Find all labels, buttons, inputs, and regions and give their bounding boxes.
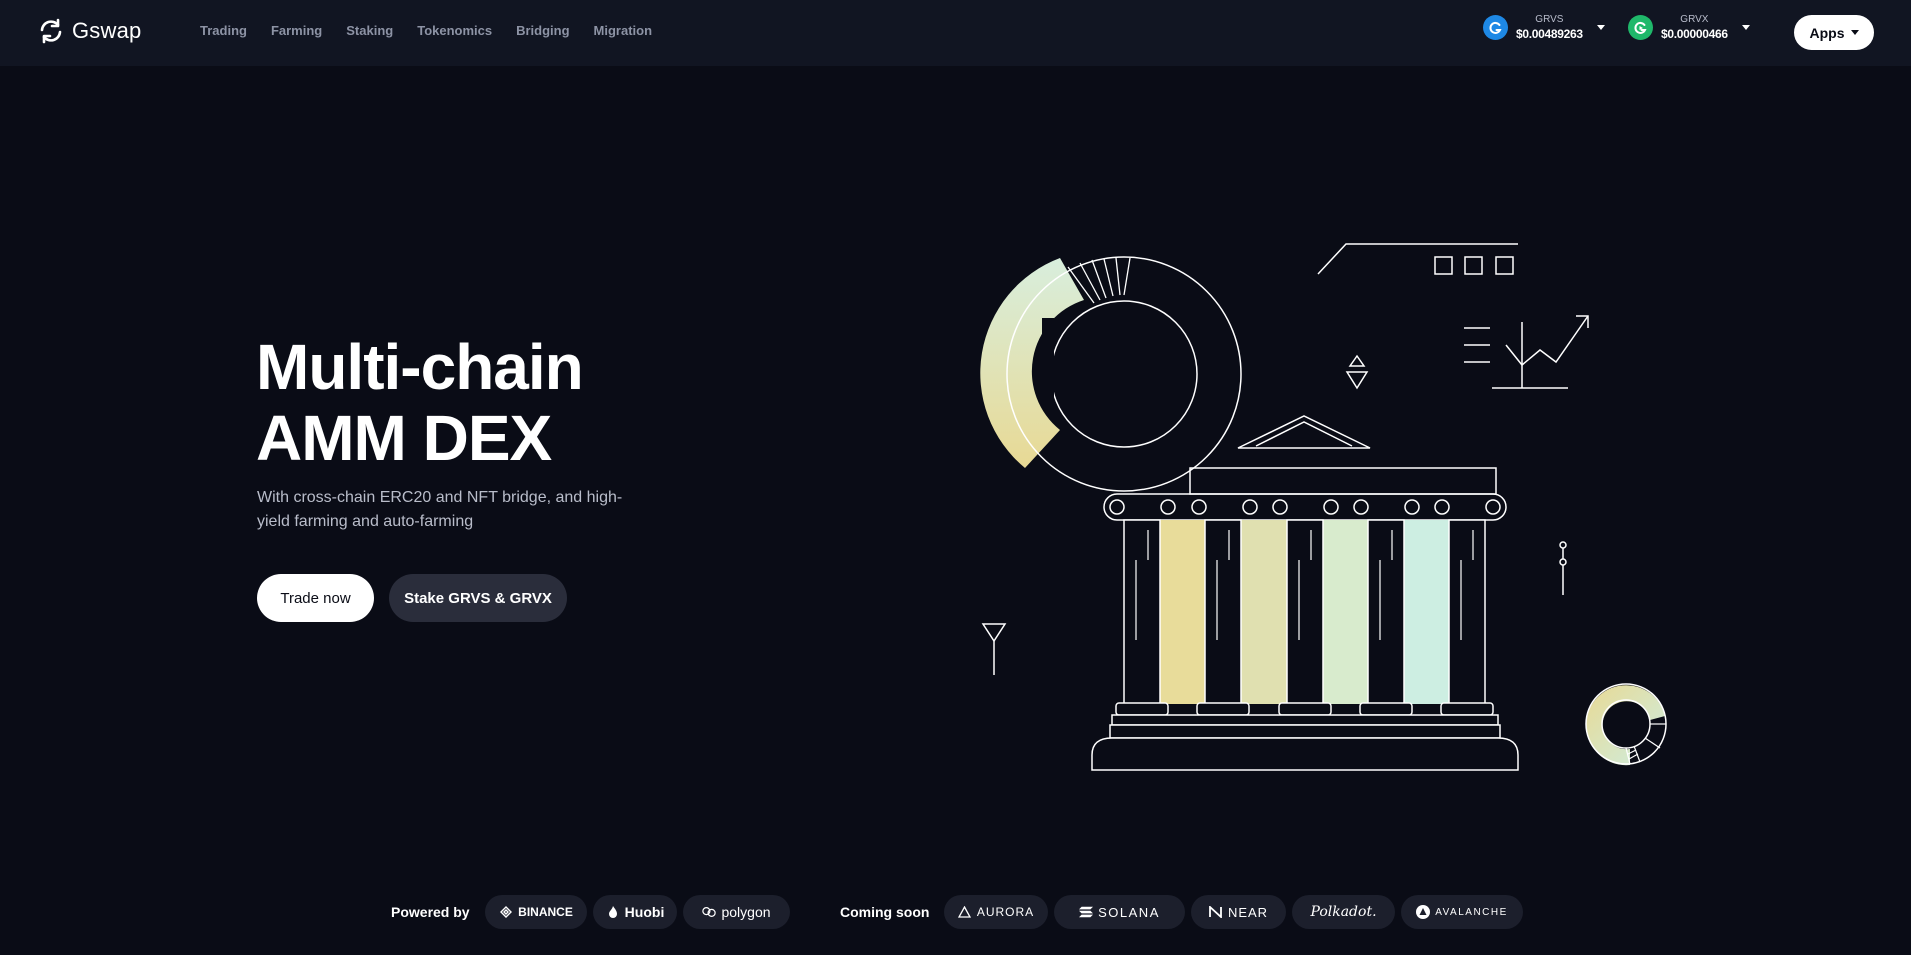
chain-solana[interactable]: SOLANA <box>1054 895 1185 929</box>
coming-soon-label: Coming soon <box>840 904 930 920</box>
near-icon <box>1209 905 1223 919</box>
top-navbar: Gswap Trading Farming Staking Tokenomics… <box>0 0 1911 66</box>
nav-trading[interactable]: Trading <box>200 23 247 38</box>
chevron-down-icon <box>1850 30 1859 35</box>
huobi-flame-icon <box>606 905 620 919</box>
chain-avalanche[interactable]: AVALANCHE <box>1401 895 1523 929</box>
chain-name: polygon <box>721 904 771 920</box>
grvs-coin-icon <box>1483 15 1508 40</box>
nav-farming[interactable]: Farming <box>271 23 322 38</box>
chain-near[interactable]: NEAR <box>1191 895 1286 929</box>
powered-by-label: Powered by <box>391 904 470 920</box>
chevron-down-icon <box>1596 25 1605 30</box>
chain-polkadot[interactable]: Polkadot. <box>1292 895 1395 929</box>
apps-button[interactable]: Apps <box>1794 15 1874 50</box>
nav-bridging[interactable]: Bridging <box>516 23 569 38</box>
nav-migration[interactable]: Migration <box>594 23 653 38</box>
ticker-name: GRVX <box>1680 14 1709 25</box>
binance-icon <box>499 905 513 919</box>
chain-name: SOLANA <box>1098 904 1160 920</box>
ticker-grvx[interactable]: GRVX $0.00000466 <box>1628 15 1750 40</box>
ticker-price: $0.00000466 <box>1661 27 1728 41</box>
apps-button-label: Apps <box>1809 24 1845 41</box>
ticker-name: GRVS <box>1535 14 1564 25</box>
chain-binance[interactable]: BINANCE <box>485 895 587 929</box>
chain-name: Huobi <box>624 904 665 920</box>
nav-tokenomics[interactable]: Tokenomics <box>417 23 492 38</box>
avalanche-icon <box>1416 905 1431 919</box>
chain-name: BINANCE <box>518 905 573 919</box>
chain-name: AVALANCHE <box>1435 906 1508 918</box>
hero-title: Multi-chain AMM DEX <box>256 331 584 474</box>
polygon-icon <box>702 905 717 919</box>
chain-name: Polkadot. <box>1310 904 1377 920</box>
hero-subtitle: With cross-chain ERC20 and NFT bridge, a… <box>257 489 623 530</box>
brand-name: Gswap <box>72 18 142 43</box>
solana-icon <box>1079 905 1094 919</box>
brand-logo[interactable]: Gswap <box>38 18 141 44</box>
trade-now-button[interactable]: Trade now <box>257 574 374 622</box>
chevron-down-icon <box>1741 25 1750 30</box>
chain-name: NEAR <box>1227 904 1269 920</box>
main-nav: Trading Farming Staking Tokenomics Bridg… <box>200 23 676 38</box>
hero-title-line2: AMM DEX <box>256 402 552 474</box>
refresh-logo-icon <box>40 18 62 44</box>
nav-staking[interactable]: Staking <box>346 23 393 38</box>
hero-title-line1: Multi-chain <box>256 331 584 403</box>
aurora-icon <box>958 905 972 919</box>
chain-huobi[interactable]: Huobi <box>593 895 677 929</box>
ticker-grvs[interactable]: GRVS $0.00489263 <box>1483 15 1605 40</box>
chains-footer: Powered by BINANCE Huobi polygon Coming … <box>0 895 1911 931</box>
chain-name: AURORA <box>976 905 1035 919</box>
stake-button[interactable]: Stake GRVS & GRVX <box>389 574 567 622</box>
chain-aurora[interactable]: AURORA <box>944 895 1048 929</box>
ticker-price: $0.00489263 <box>1516 27 1583 41</box>
grvx-coin-icon <box>1628 15 1653 40</box>
temple-illustration <box>980 243 1667 771</box>
chain-polygon[interactable]: polygon <box>683 895 790 929</box>
